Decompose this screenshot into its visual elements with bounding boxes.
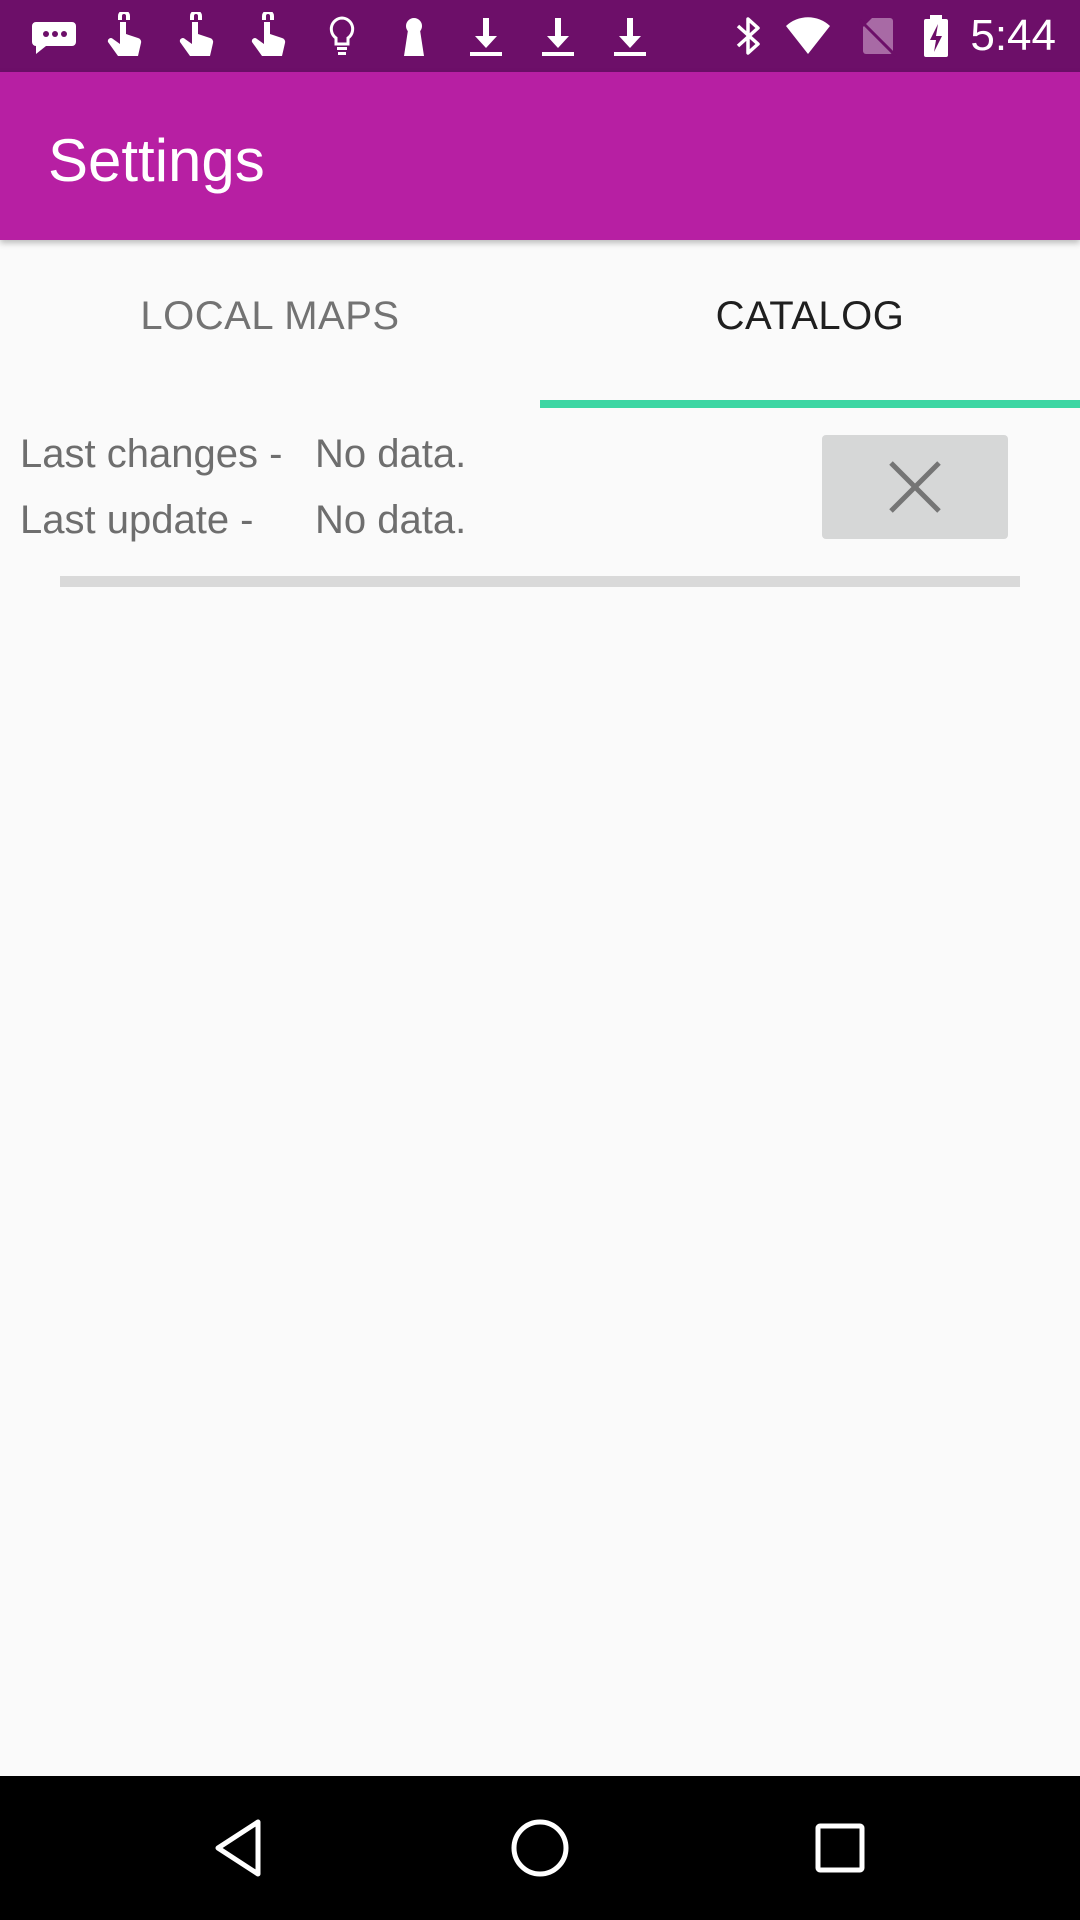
wifi-icon xyxy=(784,12,832,60)
cancel-update-button[interactable] xyxy=(822,435,1008,539)
download-icon xyxy=(534,12,582,60)
last-changes-label: Last changes - xyxy=(20,432,283,476)
last-update-label: Last update - xyxy=(20,498,254,542)
bluetooth-icon xyxy=(724,12,772,60)
message-icon xyxy=(30,12,78,60)
app-bar: Settings xyxy=(0,72,1080,240)
progress-bar xyxy=(60,576,1020,587)
tab-indicator xyxy=(540,400,1080,408)
page-title: Settings xyxy=(48,127,265,194)
recents-icon xyxy=(815,1823,865,1873)
back-icon xyxy=(215,1819,261,1877)
home-icon xyxy=(511,1819,569,1877)
touch-icon xyxy=(244,12,292,60)
status-time: 5:44 xyxy=(970,11,1056,60)
recents-button[interactable] xyxy=(804,1812,876,1884)
download-icon xyxy=(606,12,654,60)
tab-catalog[interactable]: CATALOG xyxy=(540,240,1080,408)
home-button[interactable] xyxy=(504,1812,576,1884)
close-icon xyxy=(889,461,941,513)
back-button[interactable] xyxy=(206,1812,278,1884)
tab-bar: LOCAL MAPS CATALOG xyxy=(0,240,1080,408)
touch-icon xyxy=(100,12,148,60)
lightbulb-icon xyxy=(318,12,366,60)
touch-icon xyxy=(172,12,220,60)
battery-charging-icon xyxy=(912,12,960,60)
download-icon xyxy=(462,12,510,60)
navigation-bar xyxy=(0,1776,1080,1920)
keyhole-icon xyxy=(390,12,438,60)
status-bar: 5:44 xyxy=(0,0,1080,72)
no-sim-icon xyxy=(854,12,902,60)
last-changes-value: No data. xyxy=(315,432,467,476)
tab-local-maps[interactable]: LOCAL MAPS xyxy=(0,240,540,408)
last-update-value: No data. xyxy=(315,498,467,542)
